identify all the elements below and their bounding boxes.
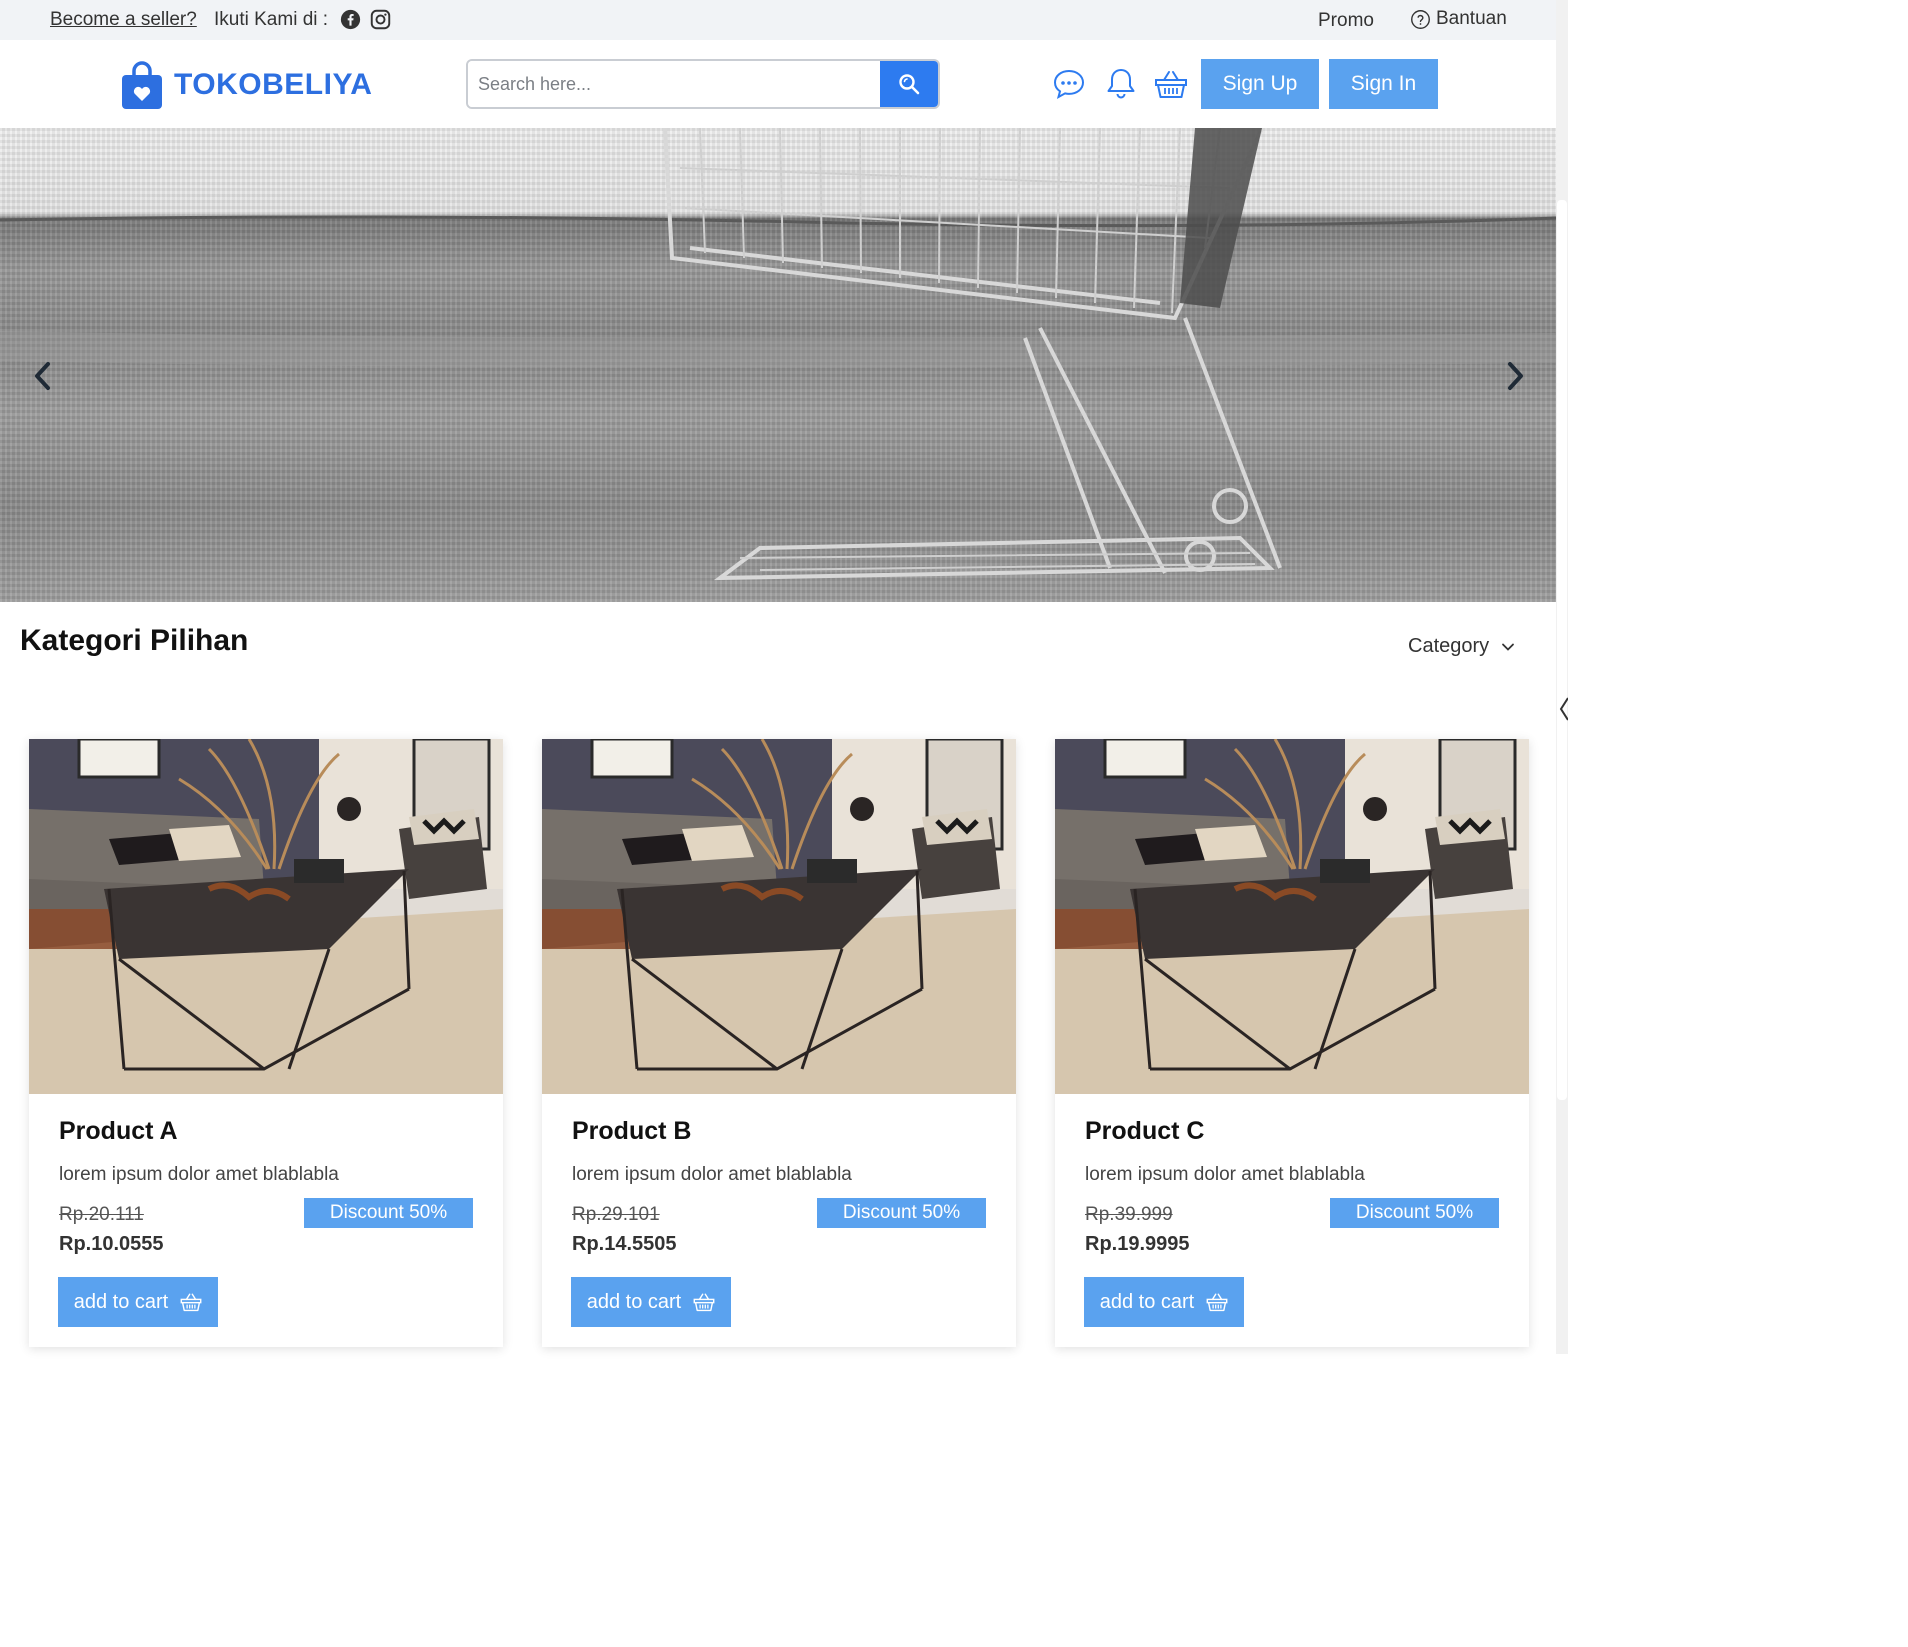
brand-logo[interactable]: TOKOBELIYA	[120, 60, 372, 110]
discount-badge: Discount 50%	[304, 1198, 473, 1228]
become-seller-link[interactable]: Become a seller?	[50, 9, 197, 31]
search-button[interactable]	[880, 61, 938, 107]
question-circle-icon	[1411, 9, 1430, 29]
product-card[interactable]: Product B lorem ipsum dolor amet blablab…	[542, 739, 1016, 1347]
add-to-cart-button[interactable]: add to cart	[58, 1277, 218, 1327]
basket-icon	[180, 1293, 202, 1312]
discounted-price: Rp.19.9995	[1085, 1233, 1190, 1255]
promo-link[interactable]: Promo	[1318, 10, 1374, 32]
chat-icon[interactable]	[1052, 67, 1086, 101]
add-to-cart-button[interactable]: add to cart	[571, 1277, 731, 1327]
search-icon	[899, 74, 920, 95]
category-label: Category	[1408, 635, 1490, 657]
category-dropdown[interactable]: Category	[1408, 635, 1515, 658]
living-room-photo	[29, 739, 503, 1094]
basket-icon[interactable]	[1154, 67, 1188, 101]
living-room-photo	[542, 739, 1016, 1094]
sign-in-button[interactable]: Sign In	[1329, 59, 1438, 109]
product-description: lorem ipsum dolor amet blablabla	[59, 1164, 339, 1185]
discount-badge: Discount 50%	[817, 1198, 986, 1228]
living-room-photo	[1055, 739, 1529, 1094]
discount-badge: Discount 50%	[1330, 1198, 1499, 1228]
bell-icon[interactable]	[1104, 67, 1138, 101]
hero-carousel	[0, 128, 1556, 602]
add-to-cart-label: add to cart	[73, 1290, 169, 1313]
side-chevron-icon	[1559, 697, 1568, 721]
chevron-down-icon	[1502, 643, 1515, 651]
basket-icon	[1206, 1293, 1228, 1312]
product-title[interactable]: Product A	[59, 1117, 178, 1146]
main-header: TOKOBELIYA Sign Up Sign In	[0, 40, 1556, 128]
basket-icon	[693, 1293, 715, 1312]
shopping-bag-logo-icon	[122, 61, 162, 109]
carousel-prev-arrow[interactable]	[28, 356, 58, 396]
follow-us-label: Ikuti Kami di :	[214, 9, 329, 30]
help-label: Bantuan	[1436, 8, 1507, 29]
product-title[interactable]: Product B	[572, 1117, 691, 1146]
product-description: lorem ipsum dolor amet blablabla	[572, 1164, 852, 1185]
product-image[interactable]	[29, 739, 503, 1094]
instagram-icon[interactable]	[370, 9, 391, 30]
product-title[interactable]: Product C	[1085, 1117, 1204, 1146]
carousel-next-arrow[interactable]	[1500, 356, 1530, 396]
shopping-cart-photo	[0, 128, 1556, 581]
section-title: Kategori Pilihan	[20, 624, 249, 657]
product-image[interactable]	[1055, 739, 1529, 1094]
original-price: Rp.29.101	[572, 1204, 660, 1225]
discounted-price: Rp.10.0555	[59, 1233, 164, 1255]
product-image[interactable]	[542, 739, 1016, 1094]
original-price: Rp.39.999	[1085, 1204, 1173, 1225]
discounted-price: Rp.14.5505	[572, 1233, 677, 1255]
top-strip: Become a seller? Ikuti Kami di : Promo B…	[0, 0, 1556, 40]
search-bar	[466, 59, 940, 109]
original-price: Rp.20.111	[59, 1204, 144, 1225]
product-description: lorem ipsum dolor amet blablabla	[1085, 1164, 1365, 1185]
brand-name: TOKOBELIYA	[174, 68, 373, 101]
search-input[interactable]	[468, 61, 880, 107]
facebook-icon[interactable]	[340, 9, 361, 30]
add-to-cart-label: add to cart	[586, 1290, 682, 1313]
add-to-cart-label: add to cart	[1099, 1290, 1195, 1313]
sign-up-button[interactable]: Sign Up	[1201, 59, 1319, 109]
product-card[interactable]: Product C lorem ipsum dolor amet blablab…	[1055, 739, 1529, 1347]
scrollbar-thumb[interactable]	[1557, 200, 1567, 1100]
product-card[interactable]: Product A lorem ipsum dolor amet blablab…	[29, 739, 503, 1347]
help-link[interactable]: Bantuan	[1410, 8, 1507, 30]
add-to-cart-button[interactable]: add to cart	[1084, 1277, 1244, 1327]
